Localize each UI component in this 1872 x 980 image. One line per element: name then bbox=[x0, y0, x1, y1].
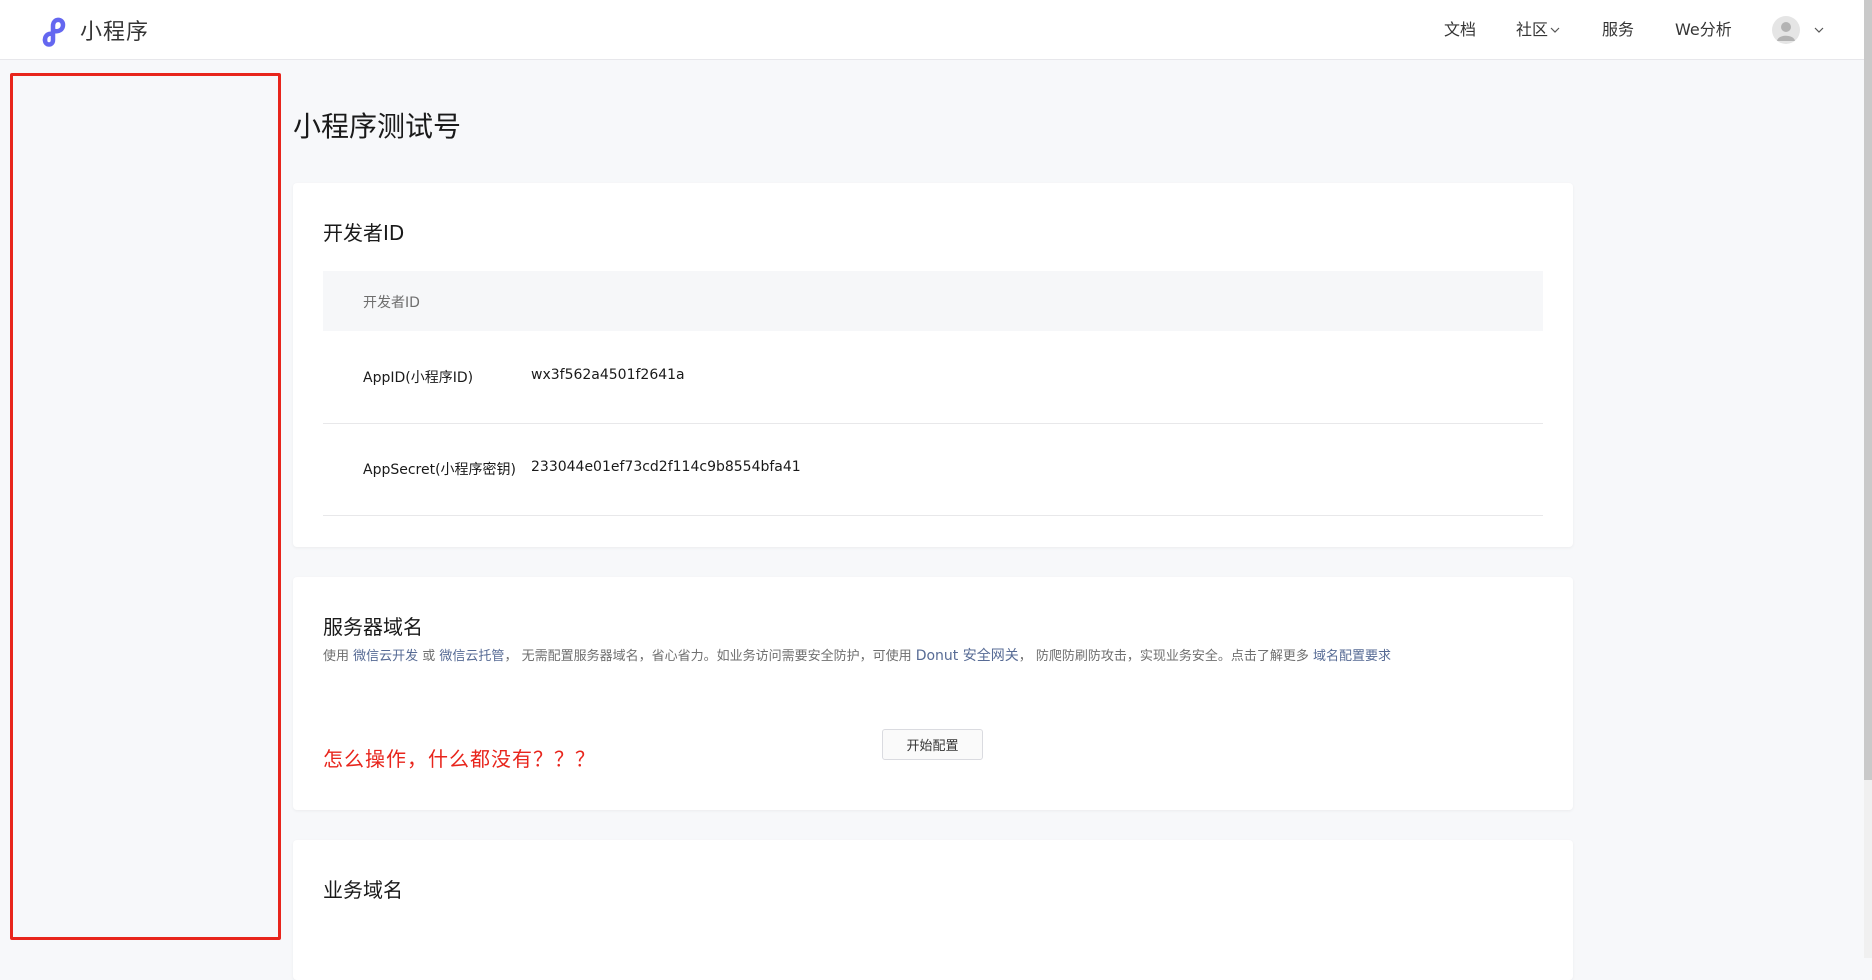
page-title: 小程序测试号 bbox=[293, 110, 462, 143]
appsecret-label: AppSecret(小程序密钥) bbox=[363, 462, 517, 478]
desc-text: 使用 bbox=[323, 649, 354, 664]
chevron-down-icon bbox=[1550, 27, 1560, 33]
avatar bbox=[1772, 16, 1800, 44]
developer-id-card: 开发者ID 开发者ID AppID(小程序ID) wx3f562a4501f26… bbox=[293, 183, 1573, 547]
business-domain-title: 业务域名 bbox=[323, 878, 403, 902]
server-domain-card: 服务器域名 使用 微信云开发 或 微信云托管， 无需配置服务器域名，省心省力。如… bbox=[293, 577, 1573, 810]
user-annotation-text: 怎么操作，什么都没有？？？ bbox=[323, 747, 596, 771]
server-domain-title: 服务器域名 bbox=[323, 615, 423, 639]
nav-docs[interactable]: 文档 bbox=[1444, 19, 1476, 41]
desc-text: ， 无需配置服务器域名，省心省力。如业务访问需要安全防护，可使用 bbox=[504, 649, 916, 664]
nav-community[interactable]: 社区 bbox=[1516, 19, 1562, 41]
desc-text: ， 防爬防刷防攻击，实现业务安全。点击了解更多 bbox=[1018, 649, 1313, 664]
brand-name: 小程序 bbox=[80, 20, 150, 45]
appid-row: AppID(小程序ID) wx3f562a4501f2641a bbox=[323, 331, 1543, 424]
domain-requirements-link[interactable]: 域名配置要求 bbox=[1313, 649, 1391, 664]
cloud-dev-link[interactable]: 微信云开发 bbox=[353, 649, 418, 664]
chevron-down-icon bbox=[1814, 27, 1824, 33]
appid-label: AppID(小程序ID) bbox=[363, 370, 474, 386]
page-scrollbar[interactable] bbox=[1864, 0, 1872, 958]
cloud-hosting-link[interactable]: 微信云托管 bbox=[439, 649, 504, 664]
business-domain-card: 业务域名 bbox=[293, 840, 1573, 980]
developer-id-table-header: 开发者ID bbox=[323, 271, 1543, 331]
nav-we-analytics[interactable]: We分析 bbox=[1675, 19, 1732, 41]
appsecret-value: 233044e01ef73cd2f114c9b8554bfa41 bbox=[531, 459, 801, 475]
appid-value: wx3f562a4501f2641a bbox=[531, 367, 685, 383]
desc-text: 或 bbox=[418, 649, 440, 664]
user-menu[interactable] bbox=[1772, 16, 1826, 44]
brand[interactable]: 小程序 bbox=[38, 13, 149, 47]
nav-community-label: 社区 bbox=[1516, 20, 1549, 39]
top-navbar: 小程序 文档 社区 服务 We分析 bbox=[0, 0, 1872, 60]
start-config-button[interactable]: 开始配置 bbox=[882, 729, 983, 760]
nav-service[interactable]: 服务 bbox=[1602, 19, 1634, 41]
scrollbar-thumb[interactable] bbox=[1864, 0, 1872, 780]
developer-id-title: 开发者ID bbox=[323, 221, 405, 245]
appsecret-row: AppSecret(小程序密钥) 233044e01ef73cd2f114c9b… bbox=[323, 423, 1543, 516]
user-icon bbox=[1777, 22, 1795, 41]
server-domain-description: 使用 微信云开发 或 微信云托管， 无需配置服务器域名，省心省力。如业务访问需要… bbox=[323, 645, 1391, 665]
miniprogram-logo-icon bbox=[42, 17, 66, 47]
table-header-label: 开发者ID bbox=[363, 295, 420, 311]
donut-gateway-link[interactable]: Donut 安全网关 bbox=[916, 648, 1019, 664]
sidebar-highlight-box bbox=[10, 73, 281, 940]
